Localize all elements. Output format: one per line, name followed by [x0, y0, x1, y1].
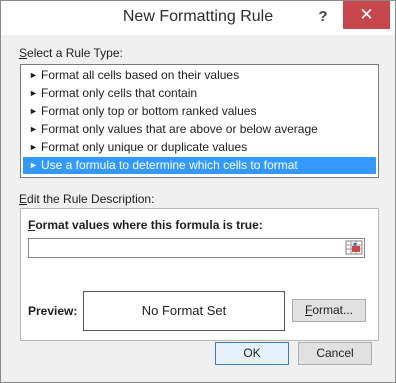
arrow-icon: ►: [29, 88, 38, 98]
formula-input[interactable]: [29, 240, 345, 256]
rule-type-label: Select a Rule Type:: [19, 46, 123, 60]
close-button[interactable]: ✕: [343, 1, 390, 29]
rule-type-item-label: Format only values that are above or bel…: [41, 122, 318, 136]
arrow-icon: ►: [29, 160, 38, 170]
title-bar: New Formatting Rule ? ✕: [1, 1, 395, 35]
rule-type-list[interactable]: ► Format all cells based on their values …: [20, 64, 379, 178]
arrow-icon: ►: [29, 106, 38, 116]
formula-field-box: [28, 238, 365, 258]
rule-type-item[interactable]: ► Format only cells that contain: [23, 85, 376, 102]
formula-label-rest: ormat values where this formula is true:: [35, 218, 263, 232]
format-button[interactable]: Format...: [292, 299, 366, 322]
new-formatting-rule-dialog: New Formatting Rule ? ✕ Select a Rule Ty…: [0, 0, 396, 383]
rule-type-item-label: Format only unique or duplicate values: [41, 140, 248, 154]
rule-type-label-accel: S: [19, 46, 28, 60]
format-button-rest: ormat...: [312, 303, 354, 317]
cancel-button[interactable]: Cancel: [298, 342, 372, 365]
help-button[interactable]: ?: [313, 7, 333, 27]
ok-button[interactable]: OK: [215, 342, 289, 365]
rule-type-item-label: Format only top or bottom ranked values: [41, 104, 257, 118]
rule-description-label: Edit the Rule Description:: [19, 192, 154, 206]
rule-description-label-accel: E: [19, 192, 28, 206]
rule-type-item[interactable]: ► Format only unique or duplicate values: [23, 139, 376, 156]
rule-description-label-rest: dit the Rule Description:: [27, 192, 155, 206]
rule-type-item-label: Use a formula to determine which cells t…: [41, 158, 298, 172]
rule-type-item[interactable]: ► Format only top or bottom ranked values: [23, 103, 376, 120]
dialog-title: New Formatting Rule: [122, 8, 274, 25]
rule-type-item-label: Format only cells that contain: [41, 86, 198, 100]
arrow-icon: ►: [29, 142, 38, 152]
arrow-icon: ►: [29, 70, 38, 80]
preview-box: No Format Set: [83, 291, 285, 331]
rule-type-item-selected[interactable]: ► Use a formula to determine which cells …: [23, 157, 376, 174]
formula-label: Format values where this formula is true…: [28, 218, 263, 232]
rule-type-label-rest: elect a Rule Type:: [27, 46, 123, 60]
preview-label: Preview:: [28, 304, 78, 318]
rule-type-item[interactable]: ► Format all cells based on their values: [23, 67, 376, 84]
range-selector-icon[interactable]: [345, 239, 363, 256]
rule-type-item-label: Format all cells based on their values: [41, 68, 240, 82]
arrow-icon: ►: [29, 124, 38, 134]
rule-type-item[interactable]: ► Format only values that are above or be…: [23, 121, 376, 138]
